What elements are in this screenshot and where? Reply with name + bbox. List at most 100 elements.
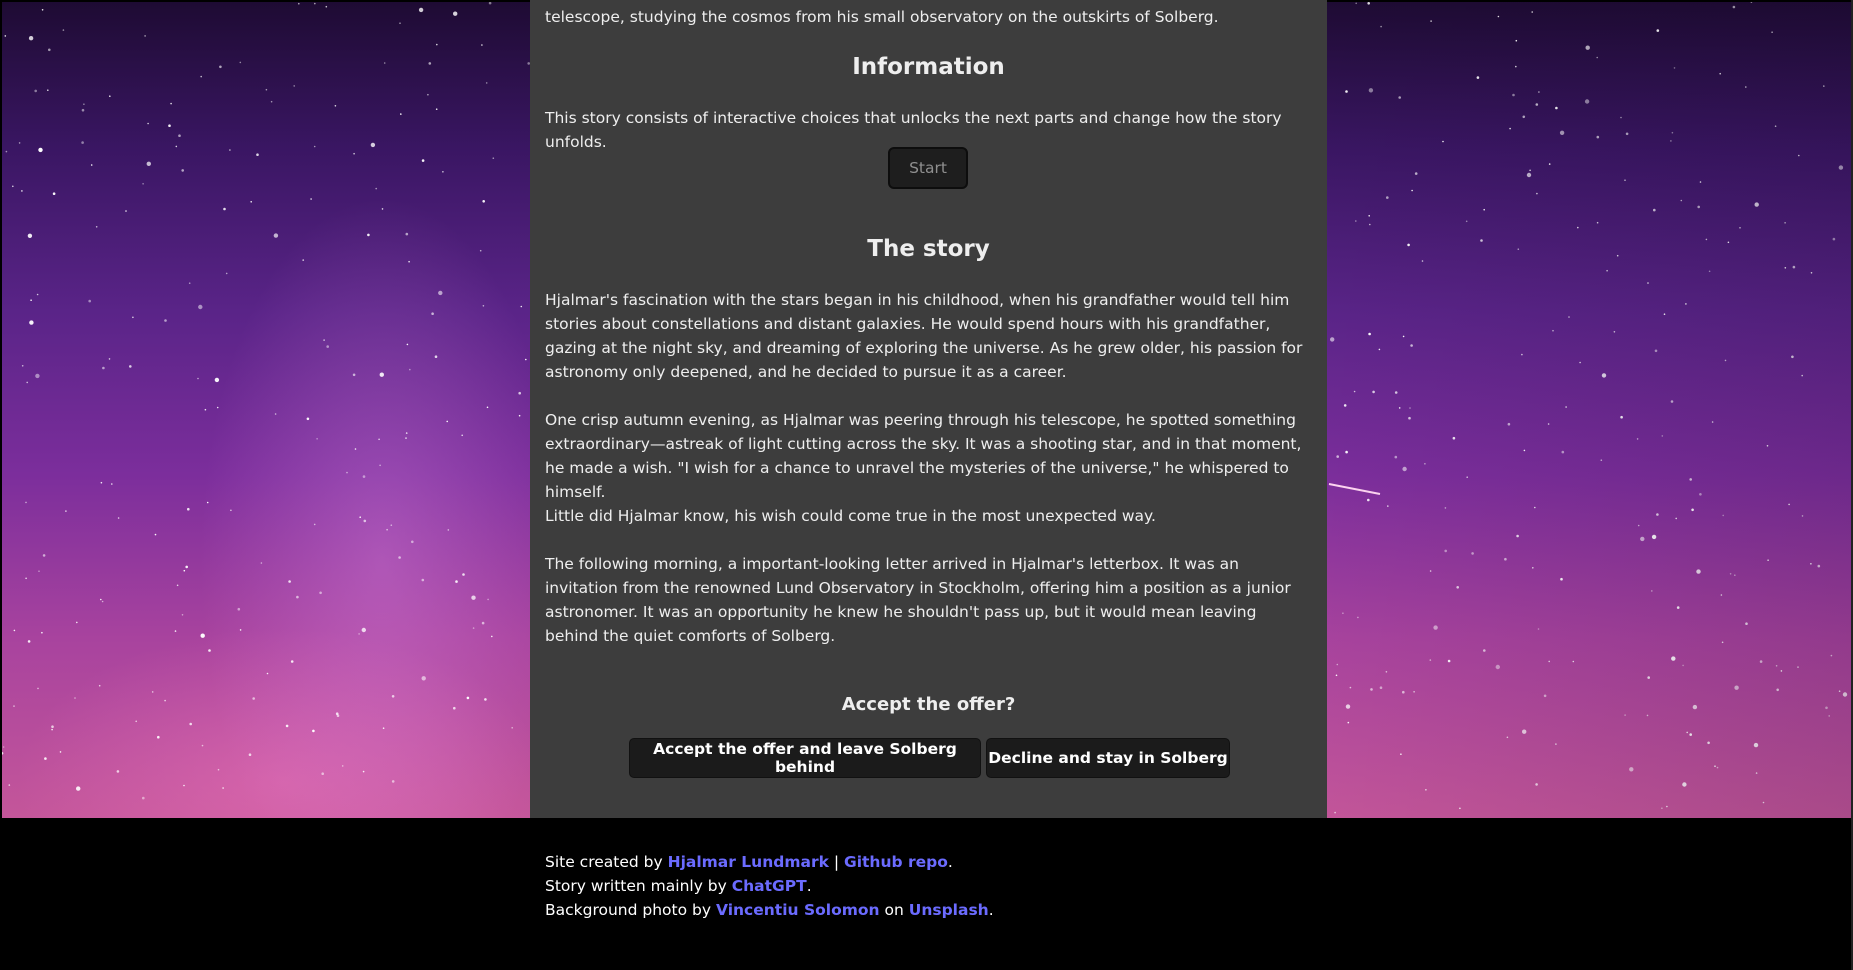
- star: [312, 729, 315, 733]
- star: [214, 377, 220, 383]
- star: [335, 712, 339, 715]
- star: [197, 377, 199, 380]
- accept-offer-button[interactable]: Accept the offer and leave Solberg behin…: [629, 738, 981, 778]
- star: [1780, 670, 1783, 672]
- story-paragraph: The following morning, a important-looki…: [545, 555, 1291, 645]
- star: [27, 233, 33, 238]
- star: [486, 406, 489, 409]
- star: [1755, 772, 1758, 774]
- star: [52, 192, 56, 195]
- star: [1774, 125, 1777, 127]
- star: [1336, 455, 1339, 458]
- star: [1767, 559, 1769, 561]
- star: [438, 290, 443, 296]
- star: [386, 528, 388, 531]
- star: [461, 434, 464, 437]
- star: [1343, 404, 1347, 407]
- star: [1387, 505, 1389, 507]
- star: [1561, 450, 1565, 454]
- footer-text: on: [879, 901, 909, 919]
- star: [1754, 202, 1759, 207]
- star: [1689, 478, 1692, 481]
- unsplash-link[interactable]: Unsplash: [909, 901, 989, 919]
- star: [1711, 421, 1714, 423]
- site-footer: Site created by Hjalmar Lundmark | Githu…: [0, 818, 1853, 970]
- star: [1476, 76, 1480, 79]
- footer-text: .: [806, 877, 812, 895]
- star: [229, 149, 231, 151]
- star: [485, 82, 488, 84]
- star: [1699, 181, 1702, 183]
- photographer-link[interactable]: Vincentiu Solomon: [716, 901, 880, 919]
- star: [1596, 56, 1598, 59]
- star: [391, 780, 395, 783]
- star: [1624, 714, 1626, 716]
- star: [1727, 241, 1730, 244]
- star: [1372, 390, 1375, 394]
- author-link[interactable]: Hjalmar Lundmark: [668, 853, 829, 871]
- star: [316, 438, 318, 440]
- star: [102, 366, 105, 370]
- star: [189, 722, 192, 726]
- star: [1523, 449, 1526, 452]
- star: [1368, 88, 1374, 93]
- star: [1699, 493, 1702, 496]
- star: [164, 319, 167, 322]
- story-panel: telescope, studying the cosmos from his …: [530, 0, 1327, 818]
- decline-offer-button[interactable]: Decline and stay in Solberg: [986, 738, 1230, 778]
- star: [525, 358, 527, 361]
- star: [1750, 2, 1753, 3]
- star: [1536, 192, 1538, 195]
- star: [1349, 686, 1352, 689]
- star: [183, 784, 185, 787]
- star: [1673, 67, 1676, 69]
- star: [1753, 742, 1759, 748]
- star: [1378, 348, 1381, 351]
- star: [1466, 476, 1468, 479]
- star: [1689, 733, 1692, 736]
- star: [109, 95, 111, 97]
- star: [1394, 455, 1398, 459]
- star: [111, 483, 113, 485]
- star: [1584, 99, 1590, 104]
- star: [1516, 534, 1519, 538]
- star: [154, 533, 157, 536]
- story-paragraph: Hjalmar's fascination with the stars beg…: [545, 291, 1303, 381]
- star: [1430, 20, 1432, 22]
- star: [1705, 238, 1708, 241]
- star: [1670, 140, 1672, 142]
- star: [1402, 335, 1405, 338]
- page: telescope, studying the cosmos from his …: [0, 0, 1853, 970]
- star: [176, 584, 179, 587]
- start-button[interactable]: Start: [888, 147, 968, 189]
- star: [51, 725, 54, 728]
- chatgpt-link[interactable]: ChatGPT: [732, 877, 807, 895]
- star: [1517, 248, 1520, 250]
- star: [90, 164, 93, 166]
- star: [4, 35, 7, 37]
- star: [1640, 536, 1645, 542]
- star: [1456, 586, 1459, 589]
- star: [1465, 220, 1468, 223]
- star: [252, 697, 255, 700]
- star: [346, 471, 348, 474]
- star: [1429, 659, 1432, 661]
- star: [302, 259, 305, 261]
- star: [1825, 706, 1828, 710]
- star: [37, 687, 39, 690]
- footer-text: Site created by: [545, 853, 668, 871]
- star: [1830, 654, 1833, 657]
- star: [74, 697, 76, 699]
- github-repo-link[interactable]: Github repo: [844, 853, 948, 871]
- star: [47, 89, 49, 91]
- star: [168, 124, 171, 127]
- star: [1379, 686, 1383, 689]
- star: [491, 635, 493, 638]
- star: [1497, 15, 1500, 18]
- star: [1368, 215, 1370, 217]
- star: [390, 524, 393, 526]
- star: [1345, 450, 1348, 454]
- star: [1721, 641, 1724, 644]
- star: [18, 142, 21, 144]
- star: [65, 510, 67, 512]
